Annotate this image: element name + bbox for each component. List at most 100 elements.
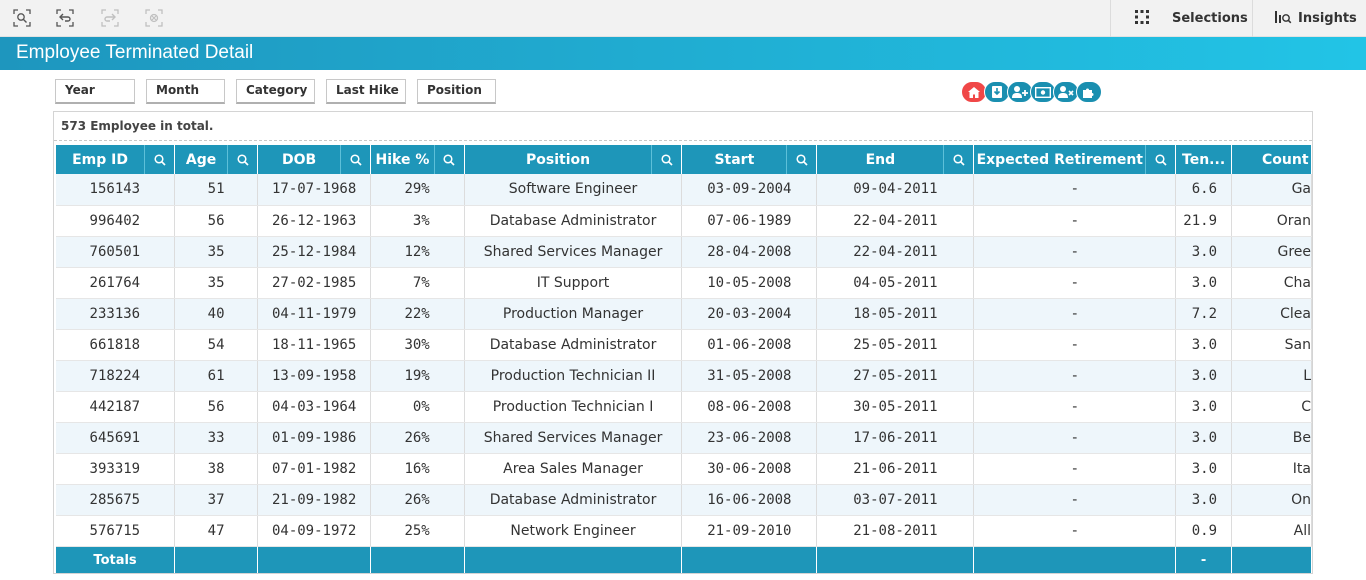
- search-icon[interactable]: [786, 145, 815, 174]
- table-cell[interactable]: Ita: [1231, 453, 1312, 485]
- table-cell[interactable]: Network Engineer: [464, 515, 683, 547]
- table-cell[interactable]: 56: [174, 205, 259, 237]
- table-cell[interactable]: 03-07-2011: [816, 484, 975, 516]
- table-cell[interactable]: Shared Services Manager: [464, 236, 683, 268]
- table-cell[interactable]: -: [973, 205, 1177, 237]
- table-cell[interactable]: Area Sales Manager: [464, 453, 683, 485]
- table-cell[interactable]: 22-04-2011: [816, 205, 975, 237]
- table-cell[interactable]: 0.9: [1175, 515, 1233, 547]
- table-cell[interactable]: -: [973, 453, 1177, 485]
- table-cell[interactable]: 16%: [370, 453, 465, 485]
- table-cell[interactable]: 20-03-2004: [681, 298, 818, 330]
- table-cell[interactable]: 07-01-1982: [257, 453, 372, 485]
- col-header-expected-retirement[interactable]: Expected Retirement: [973, 145, 1177, 174]
- table-cell[interactable]: 22-04-2011: [816, 236, 975, 268]
- table-cell[interactable]: 21-09-2010: [681, 515, 818, 547]
- table-cell[interactable]: 576715: [56, 515, 176, 547]
- table-cell[interactable]: 35: [174, 236, 259, 268]
- col-header-country[interactable]: Count: [1231, 145, 1312, 174]
- table-cell[interactable]: -: [973, 174, 1177, 206]
- table-cell[interactable]: -: [973, 329, 1177, 361]
- table-cell[interactable]: 29%: [370, 174, 465, 206]
- table-cell[interactable]: 21.9: [1175, 205, 1233, 237]
- table-cell[interactable]: 22%: [370, 298, 465, 330]
- table-cell[interactable]: Production Manager: [464, 298, 683, 330]
- table-cell[interactable]: 3.0: [1175, 360, 1233, 392]
- table-cell[interactable]: -: [973, 360, 1177, 392]
- filter-last-hike[interactable]: Last Hike: [326, 79, 406, 104]
- table-cell[interactable]: 442187: [56, 391, 176, 423]
- table-row[interactable]: 442187 56 04-03-1964 0% Production Technicia…: [56, 391, 1312, 423]
- table-cell[interactable]: 04-09-1972: [257, 515, 372, 547]
- table-row[interactable]: 576715 47 04-09-1972 25% Network Engineer 21-…: [56, 515, 1312, 547]
- table-cell[interactable]: Clea: [1231, 298, 1312, 330]
- table-row[interactable]: 261764 35 27-02-1985 7% IT Support 10-05-2008…: [56, 267, 1312, 299]
- table-cell[interactable]: 26-12-1963: [257, 205, 372, 237]
- table-cell[interactable]: 261764: [56, 267, 176, 299]
- table-cell[interactable]: IT Support: [464, 267, 683, 299]
- table-cell[interactable]: 7%: [370, 267, 465, 299]
- table-cell[interactable]: -: [973, 422, 1177, 454]
- table-cell[interactable]: 3.0: [1175, 453, 1233, 485]
- table-row[interactable]: 661818 54 18-11-1965 30% Database Administra…: [56, 329, 1312, 361]
- table-cell[interactable]: 17-06-2011: [816, 422, 975, 454]
- table-cell[interactable]: 21-09-1982: [257, 484, 372, 516]
- puzzle-icon[interactable]: [1076, 81, 1102, 103]
- table-cell[interactable]: 08-06-2008: [681, 391, 818, 423]
- table-cell[interactable]: Oran: [1231, 205, 1312, 237]
- clear-selections-icon[interactable]: [142, 6, 166, 30]
- col-header-start[interactable]: Start: [681, 145, 818, 174]
- table-cell[interactable]: 04-11-1979: [257, 298, 372, 330]
- search-icon[interactable]: [340, 145, 369, 174]
- insights-button[interactable]: Insights: [1252, 0, 1366, 37]
- table-cell[interactable]: 28-04-2008: [681, 236, 818, 268]
- table-cell[interactable]: 6.6: [1175, 174, 1233, 206]
- col-header-hike[interactable]: Hike %: [370, 145, 465, 174]
- table-cell[interactable]: 01-09-1986: [257, 422, 372, 454]
- table-cell[interactable]: 04-03-1964: [257, 391, 372, 423]
- table-cell[interactable]: 01-06-2008: [681, 329, 818, 361]
- table-cell[interactable]: 3.0: [1175, 267, 1233, 299]
- table-cell[interactable]: -: [973, 298, 1177, 330]
- table-cell[interactable]: Software Engineer: [464, 174, 683, 206]
- table-cell[interactable]: 19%: [370, 360, 465, 392]
- step-forward-icon[interactable]: [98, 6, 122, 30]
- table-cell[interactable]: 3.0: [1175, 236, 1233, 268]
- table-cell[interactable]: 3.0: [1175, 391, 1233, 423]
- table-cell[interactable]: Database Administrator: [464, 484, 683, 516]
- filter-category[interactable]: Category: [236, 79, 315, 104]
- table-cell[interactable]: Shared Services Manager: [464, 422, 683, 454]
- col-header-end[interactable]: End: [816, 145, 975, 174]
- table-cell[interactable]: 25-05-2011: [816, 329, 975, 361]
- table-cell[interactable]: -: [973, 267, 1177, 299]
- table-cell[interactable]: 56: [174, 391, 259, 423]
- table-cell[interactable]: 0%: [370, 391, 465, 423]
- table-cell[interactable]: 35: [174, 267, 259, 299]
- table-cell[interactable]: 54: [174, 329, 259, 361]
- table-cell[interactable]: 18-05-2011: [816, 298, 975, 330]
- col-header-emp-id[interactable]: Emp ID: [56, 145, 176, 174]
- search-icon[interactable]: [433, 145, 464, 174]
- table-cell[interactable]: 30%: [370, 329, 465, 361]
- col-header-dob[interactable]: DOB: [257, 145, 372, 174]
- table-cell[interactable]: 27-02-1985: [257, 267, 372, 299]
- table-cell[interactable]: 30-05-2011: [816, 391, 975, 423]
- table-cell[interactable]: -: [973, 391, 1177, 423]
- table-cell[interactable]: 03-09-2004: [681, 174, 818, 206]
- step-back-icon[interactable]: [53, 6, 77, 30]
- table-cell[interactable]: 61: [174, 360, 259, 392]
- search-icon[interactable]: [651, 145, 681, 174]
- table-cell[interactable]: 37: [174, 484, 259, 516]
- table-row[interactable]: 156143 51 17-07-1968 29% Software Engineer 03…: [56, 174, 1312, 206]
- table-cell[interactable]: 27-05-2011: [816, 360, 975, 392]
- table-cell[interactable]: 38: [174, 453, 259, 485]
- table-cell[interactable]: 51: [174, 174, 259, 206]
- table-cell[interactable]: 21-06-2011: [816, 453, 975, 485]
- table-cell[interactable]: Be: [1231, 422, 1312, 454]
- table-cell[interactable]: 30-06-2008: [681, 453, 818, 485]
- table-cell[interactable]: 661818: [56, 329, 176, 361]
- col-header-age[interactable]: Age: [174, 145, 259, 174]
- table-cell[interactable]: 996402: [56, 205, 176, 237]
- col-header-tenure[interactable]: Ten...: [1175, 145, 1233, 174]
- table-cell[interactable]: Database Administrator: [464, 329, 683, 361]
